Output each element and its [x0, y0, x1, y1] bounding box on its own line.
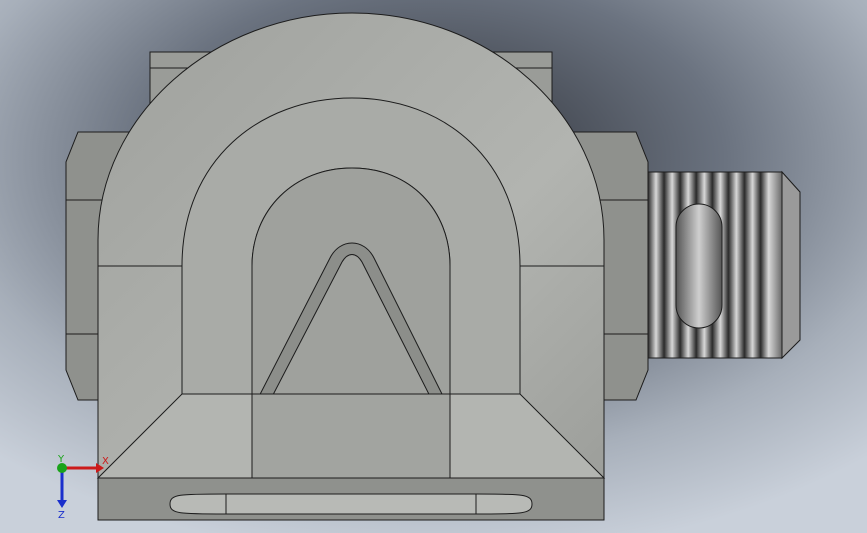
fitting-chamfer: [781, 170, 801, 360]
cad-viewport[interactable]: X Y Z: [0, 0, 867, 533]
y-axis-label: Y: [57, 454, 65, 465]
fitting-slot: [675, 203, 723, 329]
base-slot: [169, 493, 533, 515]
model-view[interactable]: X Y Z: [0, 0, 867, 533]
z-axis-label: Z: [58, 510, 65, 521]
x-axis-label: X: [102, 456, 109, 467]
